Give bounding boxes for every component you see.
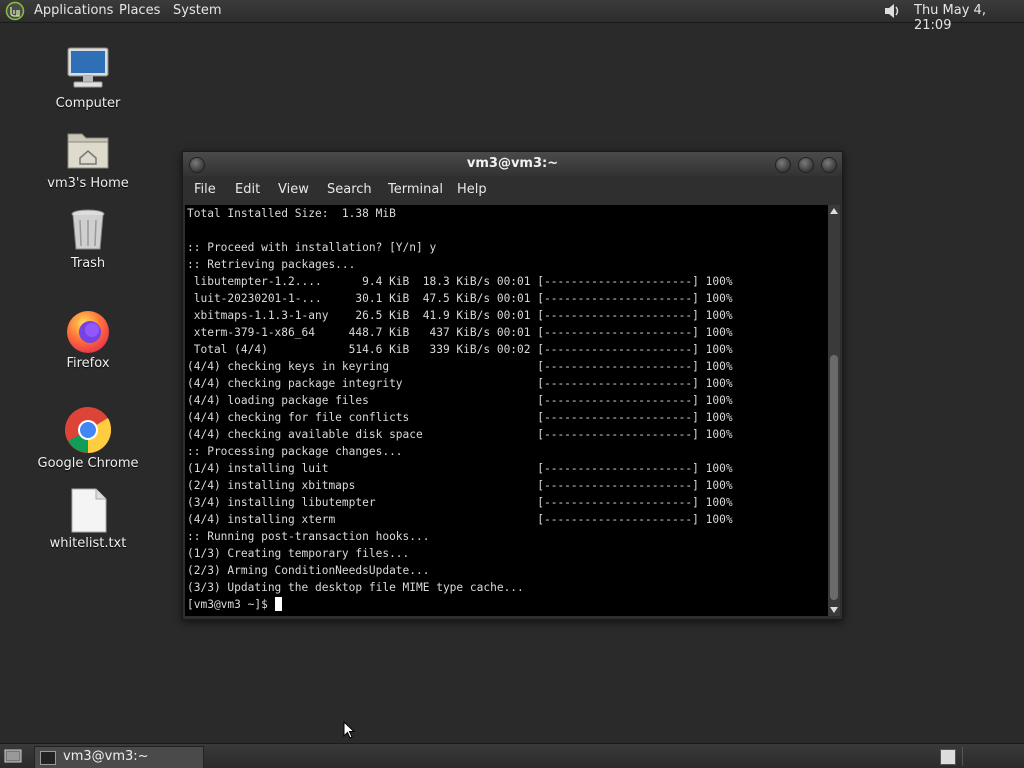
- menu-edit[interactable]: Edit: [235, 182, 260, 197]
- desktop-icon-label: Trash: [70, 256, 106, 271]
- terminal-line: (4/4) loading package files [-----------…: [187, 394, 733, 407]
- terminal-line: (1/3) Creating temporary files...: [187, 547, 410, 560]
- terminal-line: (4/4) checking keys in keyring [--------…: [187, 360, 733, 373]
- workspace-2[interactable]: [962, 747, 1019, 766]
- desktop-icon-home[interactable]: vm3's Home: [33, 126, 143, 191]
- mint-logo-icon[interactable]: [5, 1, 25, 21]
- taskbar-item-label: vm3@vm3:~: [63, 749, 149, 764]
- home-folder-icon: [67, 133, 109, 169]
- terminal-line: Total Installed Size: 1.38 MiB: [187, 207, 396, 220]
- desktop-icon-whitelist[interactable]: whitelist.txt: [33, 486, 143, 551]
- top-panel: Applications Places System Thu May 4, 21…: [0, 0, 1024, 33]
- terminal-line: :: Processing package changes...: [187, 445, 403, 458]
- desktop-icon-computer[interactable]: Computer: [33, 46, 143, 111]
- menu-terminal[interactable]: Terminal: [388, 182, 443, 197]
- text-file-icon: [71, 488, 107, 533]
- menu-places[interactable]: Places: [119, 3, 160, 18]
- terminal-line: (2/4) installing xbitmaps [-------------…: [187, 479, 733, 492]
- terminal-line: :: Running post-transaction hooks...: [187, 530, 430, 543]
- firefox-icon: [67, 311, 109, 353]
- menu-applications[interactable]: Applications: [34, 3, 113, 18]
- terminal-line: libutempter-1.2.... 9.4 KiB 18.3 KiB/s 0…: [187, 275, 733, 288]
- show-desktop-icon[interactable]: [4, 748, 22, 764]
- menu-help[interactable]: Help: [457, 182, 487, 197]
- terminal-line: luit-20230201-1-... 30.1 KiB 47.5 KiB/s …: [187, 292, 733, 305]
- minimize-button[interactable]: [775, 157, 791, 173]
- terminal-line: Total (4/4) 514.6 KiB 339 KiB/s 00:02 [-…: [187, 343, 733, 356]
- close-button[interactable]: [821, 157, 837, 173]
- mouse-pointer-icon: [343, 721, 355, 739]
- desktop-icon-label: Computer: [55, 96, 121, 111]
- terminal-line: (4/4) installing xterm [----------------…: [187, 513, 733, 526]
- desktop-icon-label: Firefox: [66, 356, 110, 371]
- menu-file[interactable]: File: [194, 182, 216, 197]
- computer-icon: [67, 47, 109, 88]
- menu-search[interactable]: Search: [327, 182, 372, 197]
- desktop-icon-trash[interactable]: Trash: [33, 206, 143, 271]
- terminal-line: (2/3) Arming ConditionNeedsUpdate...: [187, 564, 430, 577]
- terminal-line: (4/4) checking available disk space [---…: [187, 428, 733, 441]
- terminal-cursor: [274, 597, 282, 611]
- terminal-output[interactable]: Total Installed Size: 1.38 MiB :: Procee…: [185, 205, 828, 616]
- scrollbar-thumb[interactable]: [830, 355, 838, 600]
- terminal-line: (4/4) checking for file conflicts [-----…: [187, 411, 733, 424]
- bottom-panel: vm3@vm3:~: [0, 743, 1024, 768]
- terminal-scrollbar[interactable]: [828, 205, 840, 616]
- terminal-window[interactable]: vm3@vm3:~ File Edit View Search Terminal…: [182, 151, 843, 620]
- terminal-line: :: Retrieving packages...: [187, 258, 356, 271]
- menu-system[interactable]: System: [173, 3, 221, 18]
- terminal-line: (3/4) installing libutempter [----------…: [187, 496, 733, 509]
- terminal-line: (4/4) checking package integrity [------…: [187, 377, 733, 390]
- desktop: Applications Places System Thu May 4, 21…: [0, 0, 1024, 768]
- desktop-icon-label: vm3's Home: [47, 176, 129, 191]
- desktop-icon-label: Google Chrome: [37, 456, 139, 471]
- scroll-down-arrow-icon[interactable]: [830, 607, 838, 613]
- desktop-icon-firefox[interactable]: Firefox: [33, 306, 143, 371]
- terminal-line: :: Proceed with installation? [Y/n] y: [187, 241, 437, 254]
- terminal-prompt-line[interactable]: [vm3@vm3 ~]$: [187, 596, 282, 613]
- workspace-1[interactable]: [940, 749, 956, 765]
- window-title: vm3@vm3:~: [466, 156, 559, 171]
- terminal-line: xterm-379-1-x86_64 448.7 KiB 437 KiB/s 0…: [187, 326, 733, 339]
- terminal-line: (1/4) installing luit [-----------------…: [187, 462, 733, 475]
- taskbar-item-terminal[interactable]: vm3@vm3:~: [34, 746, 204, 768]
- desktop-icon-label: whitelist.txt: [49, 536, 127, 551]
- trash-icon: [71, 209, 105, 250]
- volume-icon[interactable]: [883, 2, 901, 20]
- terminal-line: (3/3) Updating the desktop file MIME typ…: [187, 581, 524, 594]
- window-titlebar[interactable]: vm3@vm3:~: [183, 152, 842, 176]
- terminal-line: xbitmaps-1.1.3-1-any 26.5 KiB 41.9 KiB/s…: [187, 309, 733, 322]
- menu-view[interactable]: View: [278, 182, 309, 197]
- terminal-icon: [40, 751, 56, 765]
- window-menubar: File Edit View Search Terminal Help: [183, 176, 842, 204]
- scroll-up-arrow-icon[interactable]: [830, 208, 838, 214]
- chrome-icon: [65, 407, 112, 453]
- maximize-button[interactable]: [798, 157, 814, 173]
- terminal-prompt: [vm3@vm3 ~]$: [187, 598, 275, 611]
- clock[interactable]: Thu May 4, 21:09: [914, 3, 1024, 33]
- desktop-icon-chrome[interactable]: Google Chrome: [33, 406, 143, 471]
